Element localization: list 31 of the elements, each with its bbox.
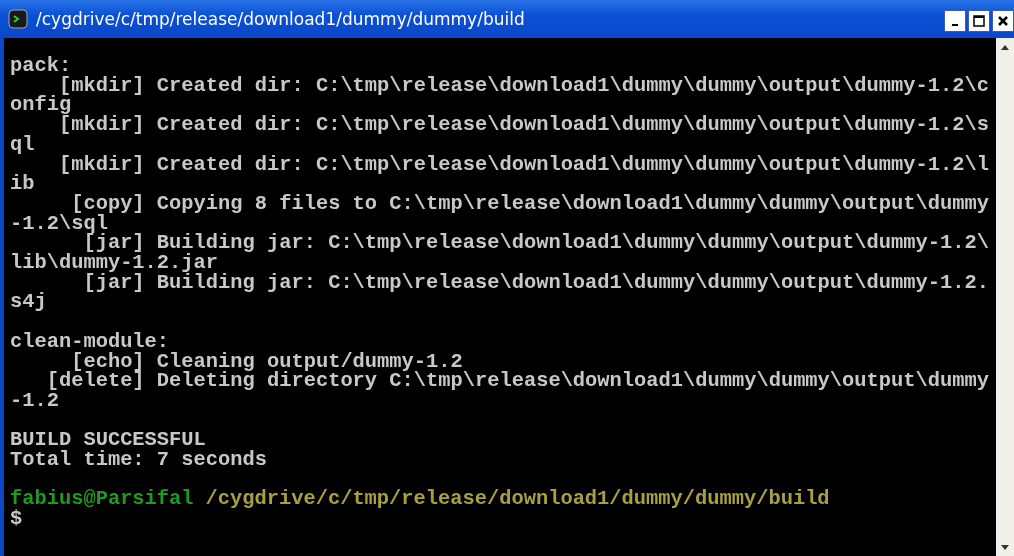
output-line: s4j (10, 292, 47, 313)
maximize-button[interactable] (968, 10, 990, 32)
output-line: [copy] Copying 8 files to C:\tmp\release\download1\dummy\dummy\output\dummy (71, 193, 989, 214)
output-line: lib\dummy-1.2.jar (10, 253, 219, 273)
output-line: Total time: 7 seconds (10, 450, 267, 470)
minimize-button[interactable] (944, 10, 966, 32)
output-line: [delete] Deleting directory C:\tmp\release\download1\dummy\dummy\output\dummy (45, 371, 989, 391)
output-line: [mkdir] Created dir: C:\tmp\release\download1\dummy\dummy\output\dummy-1.2\s (58, 115, 989, 135)
output-line: [jar] Building jar: C:\tmp\release\download1\dummy\dummy\output\dummy-1.2. (83, 272, 989, 293)
close-button[interactable] (992, 10, 1014, 32)
output-line: BUILD SUCCESSFUL (10, 430, 206, 451)
output-line: [jar] Building jar: C:\tmp\release\download1\dummy\dummy\output\dummy-1.2\ (83, 233, 989, 254)
output-line: onfig (10, 95, 72, 116)
close-icon (997, 15, 1009, 27)
output-line: -1.2\sql (10, 213, 108, 234)
prompt-path: /cygdrive/c/tmp/release/download1/dummy/dummy/build (205, 489, 830, 510)
output-line: clean-module: (10, 331, 170, 352)
output-line: [mkdir] Created dir: C:\tmp\release\download1\dummy\dummy\output\dummy-1.2\c (58, 75, 989, 96)
terminal-icon (8, 9, 28, 29)
prompt-user: fabius@Parsifal (10, 489, 194, 510)
prompt-symbol: $ (10, 509, 23, 529)
scrollbar[interactable] (996, 38, 1014, 556)
output-line: ql (10, 134, 35, 155)
window-title: /cygdrive/c/tmp/release/download1/dummy/dummy/build (36, 9, 526, 29)
minimize-icon (952, 24, 958, 26)
output-line: [echo] Cleaning output/dummy-1.2 (71, 351, 463, 372)
output-line: ib (10, 174, 35, 194)
output-line: [mkdir] Created dir: C:\tmp\release\download1\dummy\dummy\output\dummy-1.2\l (57, 154, 989, 175)
maximize-icon (973, 15, 985, 27)
output-line: -1.2 (10, 390, 59, 411)
output-line: pack: (10, 56, 72, 76)
